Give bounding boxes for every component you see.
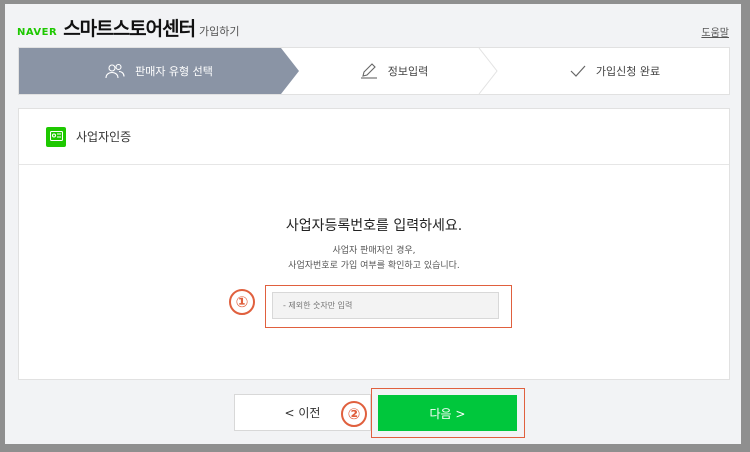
- button-bar: < 이전 ② 다음 >: [5, 384, 741, 444]
- top-bar: NAVER 스마트스토어센터 가입하기 도움말: [5, 4, 741, 46]
- step-seller-type: 판매자 유형 선택: [19, 48, 299, 94]
- help-link[interactable]: 도움말: [701, 24, 729, 39]
- step-label: 정보입력: [387, 65, 429, 78]
- check-icon: [570, 64, 586, 78]
- naver-logo[interactable]: NAVER: [17, 27, 57, 38]
- business-id-icon: [46, 126, 66, 147]
- page-subtitle: 가입하기: [199, 25, 240, 38]
- step-progress: 판매자 유형 선택 정보입력 가입신청 완료: [18, 47, 730, 95]
- next-button[interactable]: 다음 >: [378, 395, 517, 431]
- step-complete: 가입신청 완료: [499, 48, 731, 94]
- users-icon: [105, 63, 125, 79]
- window: NAVER 스마트스토어센터 가입하기 도움말 판매자 유형 선택 정보입력 가…: [5, 4, 741, 444]
- instruction-text-line1: 사업자 판매자인 경우,: [332, 246, 416, 256]
- step-label: 판매자 유형 선택: [135, 65, 213, 78]
- step-info-input: 정보입력: [289, 48, 499, 94]
- card-header: 사업자인증: [19, 109, 729, 165]
- business-number-input[interactable]: [272, 292, 499, 319]
- business-verification-card: 사업자인증 사업자등록번호를 입력하세요. 사업자 판매자인 경우, 사업자번호…: [18, 108, 730, 380]
- card-title: 사업자인증: [76, 130, 132, 144]
- annotation-badge-2: ②: [341, 401, 367, 427]
- step-divider: [478, 48, 498, 94]
- step-label: 가입신청 완료: [595, 65, 661, 78]
- pencil-icon: [360, 63, 378, 79]
- page-title: 스마트스토어센터: [63, 18, 196, 40]
- annotation-badge-1: ①: [229, 289, 255, 315]
- instruction-heading: 사업자등록번호를 입력하세요.: [285, 218, 463, 234]
- instruction-text-line2: 사업자번호로 가입 여부를 확인하고 있습니다.: [288, 261, 460, 271]
- brand: NAVER 스마트스토어센터 가입하기: [17, 14, 240, 41]
